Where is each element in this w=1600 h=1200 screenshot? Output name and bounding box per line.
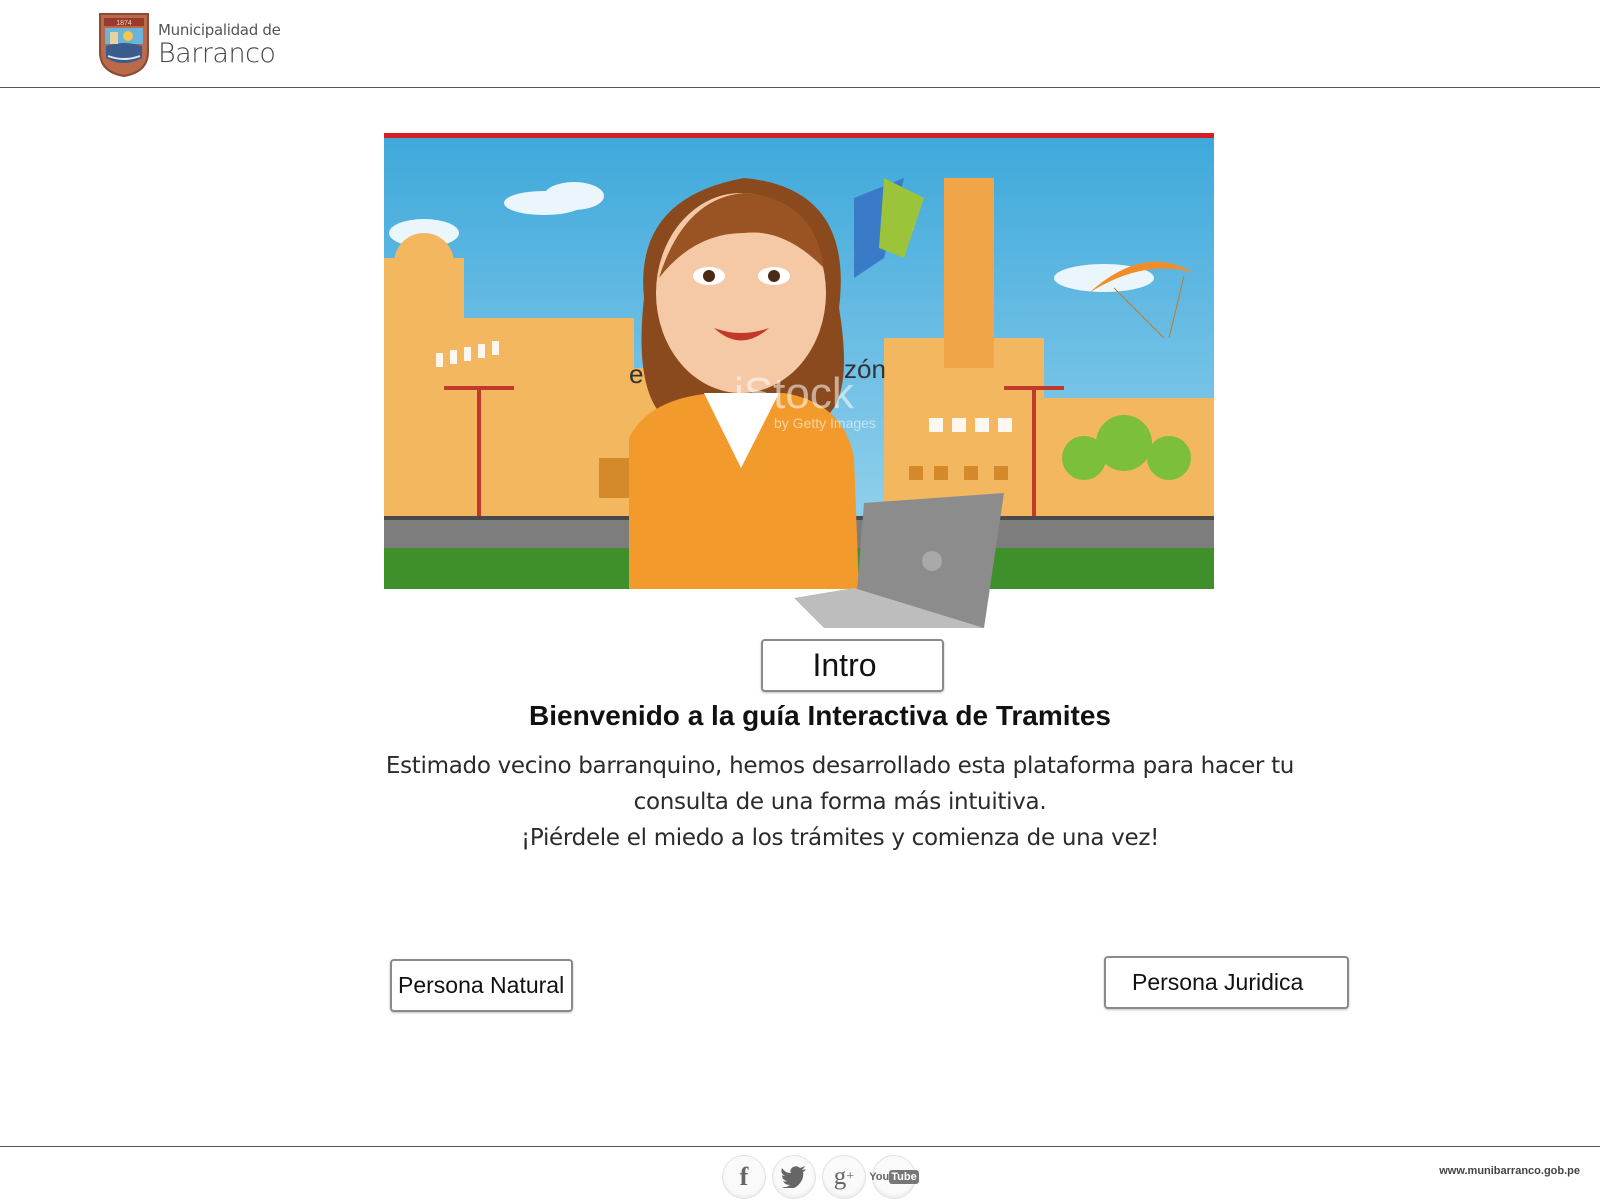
municipality-logo[interactable]: 1874 Municipalidad de Barranco (98, 12, 281, 78)
stock-watermark: iStock (734, 369, 855, 418)
google-plus-icon[interactable]: g + (822, 1155, 866, 1199)
page-description: Estimado vecino barranquino, hemos desar… (360, 748, 1320, 856)
site-header: 1874 Municipalidad de Barranco (0, 0, 1600, 88)
site-url[interactable]: www.munibarranco.gob.pe (1439, 1165, 1580, 1177)
intro-button[interactable]: Intro (761, 639, 944, 692)
youtube-icon[interactable]: You Tube (869, 1155, 919, 1199)
stock-watermark-sub: by Getty Images (774, 415, 876, 431)
persona-juridica-button[interactable]: Persona Juridica (1104, 956, 1349, 1009)
description-line: ¡Piérdele el miedo a los trámites y comi… (520, 825, 1160, 851)
hero-illustration: iStock by Getty Images e zón (384, 138, 1214, 628)
description-line: Estimado vecino barranquino, hemos desar… (385, 753, 1295, 779)
page-title: Bienvenido a la guía Interactiva de Tram… (529, 700, 1111, 731)
svg-text:1874: 1874 (116, 20, 132, 27)
twitter-icon[interactable] (772, 1155, 816, 1199)
persona-natural-button[interactable]: Persona Natural (390, 959, 573, 1012)
hero-sign-left: e (629, 359, 643, 389)
hero-banner: iStock by Getty Images e zón (384, 133, 1214, 628)
logo-title: Barranco (158, 38, 276, 69)
social-links: f g + You Tube (722, 1155, 919, 1199)
hero-sign-right: zón (844, 354, 886, 384)
description-line: consulta de una forma más intuitiva. (633, 789, 1047, 815)
site-footer: f g + You Tube www.munibarranco.gob.pe (0, 1146, 1600, 1200)
crest-icon: 1874 (99, 13, 149, 78)
logo-subtitle: Municipalidad de (158, 21, 281, 39)
facebook-icon[interactable]: f (722, 1155, 766, 1199)
